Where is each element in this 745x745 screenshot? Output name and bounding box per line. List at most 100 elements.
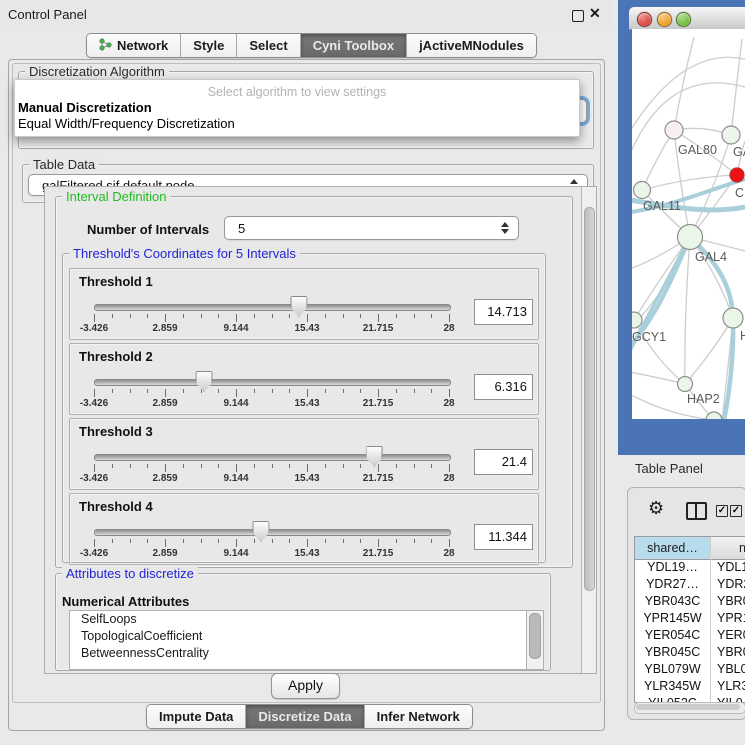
- close-traffic-light-icon[interactable]: [637, 12, 652, 27]
- network-node-gcy1[interactable]: [632, 312, 642, 328]
- table-row[interactable]: YDR27…YDR2: [635, 576, 745, 593]
- network-node-label: GAL80: [678, 143, 717, 157]
- tab-style[interactable]: Style: [181, 34, 237, 57]
- tick-mark: [289, 464, 290, 468]
- slider-track[interactable]: [94, 379, 451, 386]
- network-canvas[interactable]: GAL80GACGAL11GAL4GCY1HHAP2: [632, 29, 745, 419]
- tick-label: -3.426: [80, 548, 108, 559]
- settings-scrollbar-thumb[interactable]: [584, 207, 595, 591]
- network-edge: [674, 37, 694, 130]
- thresholds-group-title: Threshold's Coordinates for 5 Intervals: [69, 246, 300, 261]
- table-row[interactable]: YBR043CYBR0: [635, 593, 745, 610]
- table-row[interactable]: YDL19…YDL1: [635, 559, 745, 576]
- table-cell-shared-name: YPR145W: [635, 610, 710, 627]
- tab-select[interactable]: Select: [237, 34, 300, 57]
- close-icon[interactable]: ✕: [589, 5, 601, 22]
- tick-mark: [236, 314, 237, 322]
- tick-mark: [343, 539, 344, 543]
- network-edge: [642, 130, 674, 190]
- tick-mark: [130, 464, 131, 468]
- tick-mark: [183, 539, 184, 543]
- attribute-list-item[interactable]: TopologicalCoefficient: [70, 628, 527, 645]
- network-node-ga[interactable]: [722, 126, 740, 144]
- table-row[interactable]: YBL079WYBL0: [635, 661, 745, 678]
- tick-mark: [396, 389, 397, 393]
- tick-mark: [414, 389, 415, 393]
- slider-track[interactable]: [94, 304, 451, 311]
- network-node-hap2[interactable]: [678, 377, 693, 392]
- tick-mark: [272, 464, 273, 468]
- zoom-traffic-light-icon[interactable]: [676, 12, 691, 27]
- table-horizontal-scrollbar-thumb[interactable]: [636, 704, 740, 710]
- number-of-intervals-combobox[interactable]: 5: [224, 216, 519, 240]
- column-header-name[interactable]: n: [711, 537, 745, 559]
- network-icon: [99, 38, 112, 54]
- tab-label: Infer Network: [377, 709, 460, 724]
- table-row[interactable]: YLR345WYLR3: [635, 678, 745, 695]
- tick-mark: [449, 314, 450, 322]
- table-cell-name: YBR0: [711, 593, 745, 610]
- network-edge: [731, 39, 742, 135]
- tick-mark: [289, 539, 290, 543]
- tab-jactivemnodules[interactable]: jActiveMNodules: [407, 34, 536, 57]
- threshold-value-field[interactable]: 21.4: [474, 449, 533, 475]
- algorithm-option[interactable]: Manual Discretization: [18, 100, 152, 115]
- tick-mark: [272, 314, 273, 318]
- slider-track[interactable]: [94, 529, 451, 536]
- tab-cyni-toolbox[interactable]: Cyni Toolbox: [301, 34, 407, 57]
- table-row[interactable]: YBR045CYBR0: [635, 644, 745, 661]
- tick-label: 2.859: [152, 473, 177, 484]
- gear-icon[interactable]: ⚙: [648, 498, 664, 519]
- tick-mark: [236, 539, 237, 547]
- attributes-group: Attributes to discretize Numerical Attri…: [55, 573, 551, 671]
- network-node-gal11[interactable]: [634, 182, 651, 199]
- tab-label: Style: [193, 38, 224, 53]
- threshold-value-field[interactable]: 6.316: [474, 374, 533, 400]
- network-node-label: GAL11: [643, 199, 681, 213]
- tab-network[interactable]: Network: [87, 34, 181, 57]
- tick-mark: [378, 539, 379, 547]
- network-window: GAL80GACGAL11GAL4GCY1HHAP2: [618, 0, 745, 455]
- slider-track[interactable]: [94, 454, 451, 461]
- attribute-list-item[interactable]: BetweennessCentrality: [70, 645, 527, 662]
- tab-infer-network[interactable]: Infer Network: [365, 705, 472, 728]
- apply-button[interactable]: Apply: [271, 673, 340, 699]
- tick-label: -3.426: [80, 398, 108, 409]
- network-node-c[interactable]: [730, 168, 744, 182]
- attributes-list-scrollbar[interactable]: [526, 610, 544, 670]
- table-row[interactable]: YER054CYER0: [635, 627, 745, 644]
- threshold-label: Threshold 3: [79, 424, 153, 439]
- tab-impute-data[interactable]: Impute Data: [147, 705, 246, 728]
- tick-label: 21.715: [363, 473, 394, 484]
- checkbox-checked-icon[interactable]: ✓: [716, 505, 728, 517]
- settings-scrollbar[interactable]: [581, 187, 596, 673]
- network-window-titlebar[interactable]: [629, 7, 745, 30]
- tab-discretize-data[interactable]: Discretize Data: [246, 705, 364, 728]
- network-node-gal80[interactable]: [665, 121, 683, 139]
- column-header-shared-name[interactable]: shared…: [635, 537, 711, 559]
- tick-mark: [94, 464, 95, 472]
- attributes-list-scrollbar-thumb[interactable]: [529, 613, 541, 659]
- tick-mark: [307, 464, 308, 472]
- minimize-traffic-light-icon[interactable]: [657, 12, 672, 27]
- numerical-attributes-list[interactable]: SelfLoopsTopologicalCoefficientBetweenne…: [69, 610, 528, 670]
- table-horizontal-scrollbar[interactable]: [634, 702, 745, 714]
- network-node-h[interactable]: [723, 308, 743, 328]
- network-node-gal4[interactable]: [678, 225, 703, 250]
- slider-ticks: [94, 389, 449, 397]
- table-row[interactable]: YPR145WYPR1: [635, 610, 745, 627]
- threshold-value-field[interactable]: 11.344: [474, 524, 533, 550]
- tick-label: -3.426: [80, 473, 108, 484]
- tick-mark: [325, 314, 326, 318]
- tick-mark: [360, 389, 361, 393]
- algorithm-option[interactable]: Equal Width/Frequency Discretization: [18, 116, 235, 131]
- float-window-icon[interactable]: [572, 10, 584, 22]
- numerical-attributes-label: Numerical Attributes: [62, 594, 189, 609]
- attribute-list-item[interactable]: SelfLoops: [70, 611, 527, 628]
- checkbox-checked-icon[interactable]: ✓: [730, 505, 742, 517]
- tick-mark: [360, 464, 361, 468]
- tick-mark: [378, 389, 379, 397]
- tick-label: -3.426: [80, 323, 108, 334]
- split-columns-icon[interactable]: [686, 502, 707, 520]
- threshold-value-field[interactable]: 14.713: [474, 299, 533, 325]
